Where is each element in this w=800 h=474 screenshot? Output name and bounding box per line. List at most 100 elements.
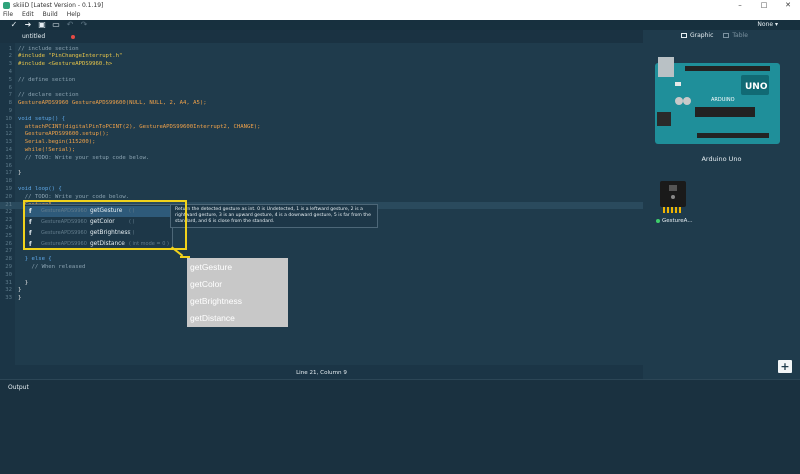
view-tabs: Graphic Table — [681, 32, 758, 39]
line-number: 5 — [8, 76, 12, 83]
line-number: 24 — [5, 224, 12, 231]
code-line[interactable]: 4 — [0, 69, 643, 76]
line-number: 3 — [8, 61, 12, 68]
code-line[interactable]: 1 // include section — [0, 46, 643, 53]
tab-table[interactable]: Table — [723, 32, 748, 39]
status-dot-icon — [656, 219, 660, 223]
redo-icon[interactable]: ↷ — [77, 20, 91, 30]
line-number: 21 — [5, 201, 12, 208]
tab-untitled[interactable]: untitled — [13, 31, 78, 43]
app-window: skiiiD [Latest Version - 0.1.19] – □ ✕ F… — [0, 0, 800, 474]
callout-item: getDistance — [190, 313, 235, 323]
code-line[interactable]: 17} — [0, 170, 643, 177]
line-number: 15 — [5, 154, 12, 161]
maximize-button[interactable]: □ — [752, 0, 776, 11]
line-number: 19 — [5, 185, 12, 192]
line-number: 32 — [5, 287, 12, 294]
tab-bar: untitled — [0, 30, 643, 43]
title-bar: skiiiD [Latest Version - 0.1.19] – □ ✕ — [0, 0, 800, 11]
line-number: 7 — [8, 92, 12, 99]
menu-build[interactable]: Build — [43, 11, 58, 20]
board-text: ARDUINO — [711, 97, 735, 103]
line-number: 1 — [8, 45, 12, 52]
line-number: 18 — [5, 178, 12, 185]
table-icon — [723, 33, 730, 38]
callout-item: getColor — [190, 279, 223, 289]
folder-icon[interactable]: ▭ — [49, 20, 63, 30]
app-icon — [3, 2, 10, 9]
code-text: } — [18, 295, 22, 302]
code-line[interactable]: 30 — [0, 272, 643, 279]
arduino-uno-board[interactable]: UNO ARDUINO — [655, 57, 780, 144]
code-line[interactable]: 10 void setup() { — [0, 116, 643, 123]
code-line[interactable]: 16 — [0, 163, 643, 170]
line-number: 6 — [8, 84, 12, 91]
line-number: 4 — [8, 68, 12, 75]
line-number: 22 — [5, 209, 12, 216]
code-line[interactable]: 11 attachPCINT(digitalPinToPCINT(2), Ges… — [0, 124, 643, 131]
close-button[interactable]: ✕ — [776, 0, 800, 11]
code-line[interactable]: 12 GestureAPDS99600.setup(); — [0, 131, 643, 138]
line-number: 9 — [8, 107, 12, 114]
line-number: 11 — [5, 123, 12, 130]
code-text: } else { — [18, 256, 52, 263]
line-number: 13 — [5, 139, 12, 146]
code-text: // When released — [18, 263, 86, 270]
code-line[interactable]: 18 — [0, 178, 643, 185]
tab-label: untitled — [22, 33, 46, 40]
code-line[interactable]: 28 } else { — [0, 256, 643, 263]
undo-icon[interactable]: ↶ — [63, 20, 77, 30]
code-line[interactable]: 9 — [0, 108, 643, 115]
callout-item: getGesture — [190, 262, 233, 272]
code-text: attachPCINT(digitalPinToPCINT(2), Gestur… — [18, 123, 261, 130]
gesture-sensor-module[interactable] — [660, 181, 686, 213]
line-number: 28 — [5, 256, 12, 263]
line-number: 14 — [5, 146, 12, 153]
line-number: 27 — [5, 248, 12, 255]
device-select[interactable]: None ▾ — [757, 20, 778, 30]
code-text: Serial.begin(115200); — [18, 139, 96, 146]
code-text: // TODO: Write your setup code below. — [18, 154, 150, 161]
menu-edit[interactable]: Edit — [22, 11, 34, 20]
code-line[interactable]: 33} — [0, 295, 643, 302]
code-line[interactable]: 8 GestureAPDS9960 GestureAPDS99600(NULL, … — [0, 100, 643, 107]
code-text: } — [18, 170, 22, 177]
add-component-button[interactable]: + — [778, 360, 792, 373]
code-line[interactable]: 13 Serial.begin(115200); — [0, 139, 643, 146]
tab-graphic[interactable]: Graphic — [681, 32, 713, 39]
line-number: 8 — [8, 100, 12, 107]
line-number: 25 — [5, 232, 12, 239]
save-icon[interactable]: ▣ — [35, 20, 49, 30]
line-number: 26 — [5, 240, 12, 247]
arrow-right-icon[interactable]: ➜ — [21, 20, 35, 30]
code-text: void setup() { — [18, 115, 66, 122]
code-line[interactable]: 31 } — [0, 280, 643, 287]
code-line[interactable]: 6 — [0, 85, 643, 92]
code-line[interactable]: 2 #include "PinChangeInterrupt.h" — [0, 53, 643, 60]
code-line[interactable]: 19 void loop() { — [0, 186, 643, 193]
toolbar: ✓ ➜ ▣ ▭ ↶ ↷ None ▾ — [0, 20, 800, 30]
code-line[interactable]: 3 #include <GestureAPDS9960.h> — [0, 61, 643, 68]
tab-graphic-label: Graphic — [690, 32, 714, 39]
check-icon[interactable]: ✓ — [7, 20, 21, 30]
menu-file[interactable]: File — [3, 11, 13, 20]
code-line[interactable]: 7 // declare section — [0, 92, 643, 99]
line-number: 29 — [5, 263, 12, 270]
board-brand: UNO — [745, 82, 768, 92]
code-line[interactable]: 5 // define section — [0, 77, 643, 84]
sensor-name: GestureA... — [662, 218, 693, 224]
unsaved-dot-icon — [71, 35, 75, 39]
menu-help[interactable]: Help — [67, 11, 81, 20]
highlight-box — [23, 200, 187, 250]
code-line[interactable]: 29 // When released — [0, 264, 643, 271]
code-line[interactable]: 15 // TODO: Write your setup code below. — [0, 155, 643, 162]
window-title: skiiiD [Latest Version - 0.1.19] — [13, 2, 104, 9]
line-number: 33 — [5, 295, 12, 302]
minimize-button[interactable]: – — [728, 0, 752, 11]
output-panel: Output — [0, 379, 800, 474]
code-line[interactable]: 32} — [0, 287, 643, 294]
line-number: 30 — [5, 271, 12, 278]
code-text: // declare section — [18, 92, 79, 99]
code-line[interactable]: 14 while(!Serial); — [0, 147, 643, 154]
graphic-icon — [681, 33, 687, 38]
